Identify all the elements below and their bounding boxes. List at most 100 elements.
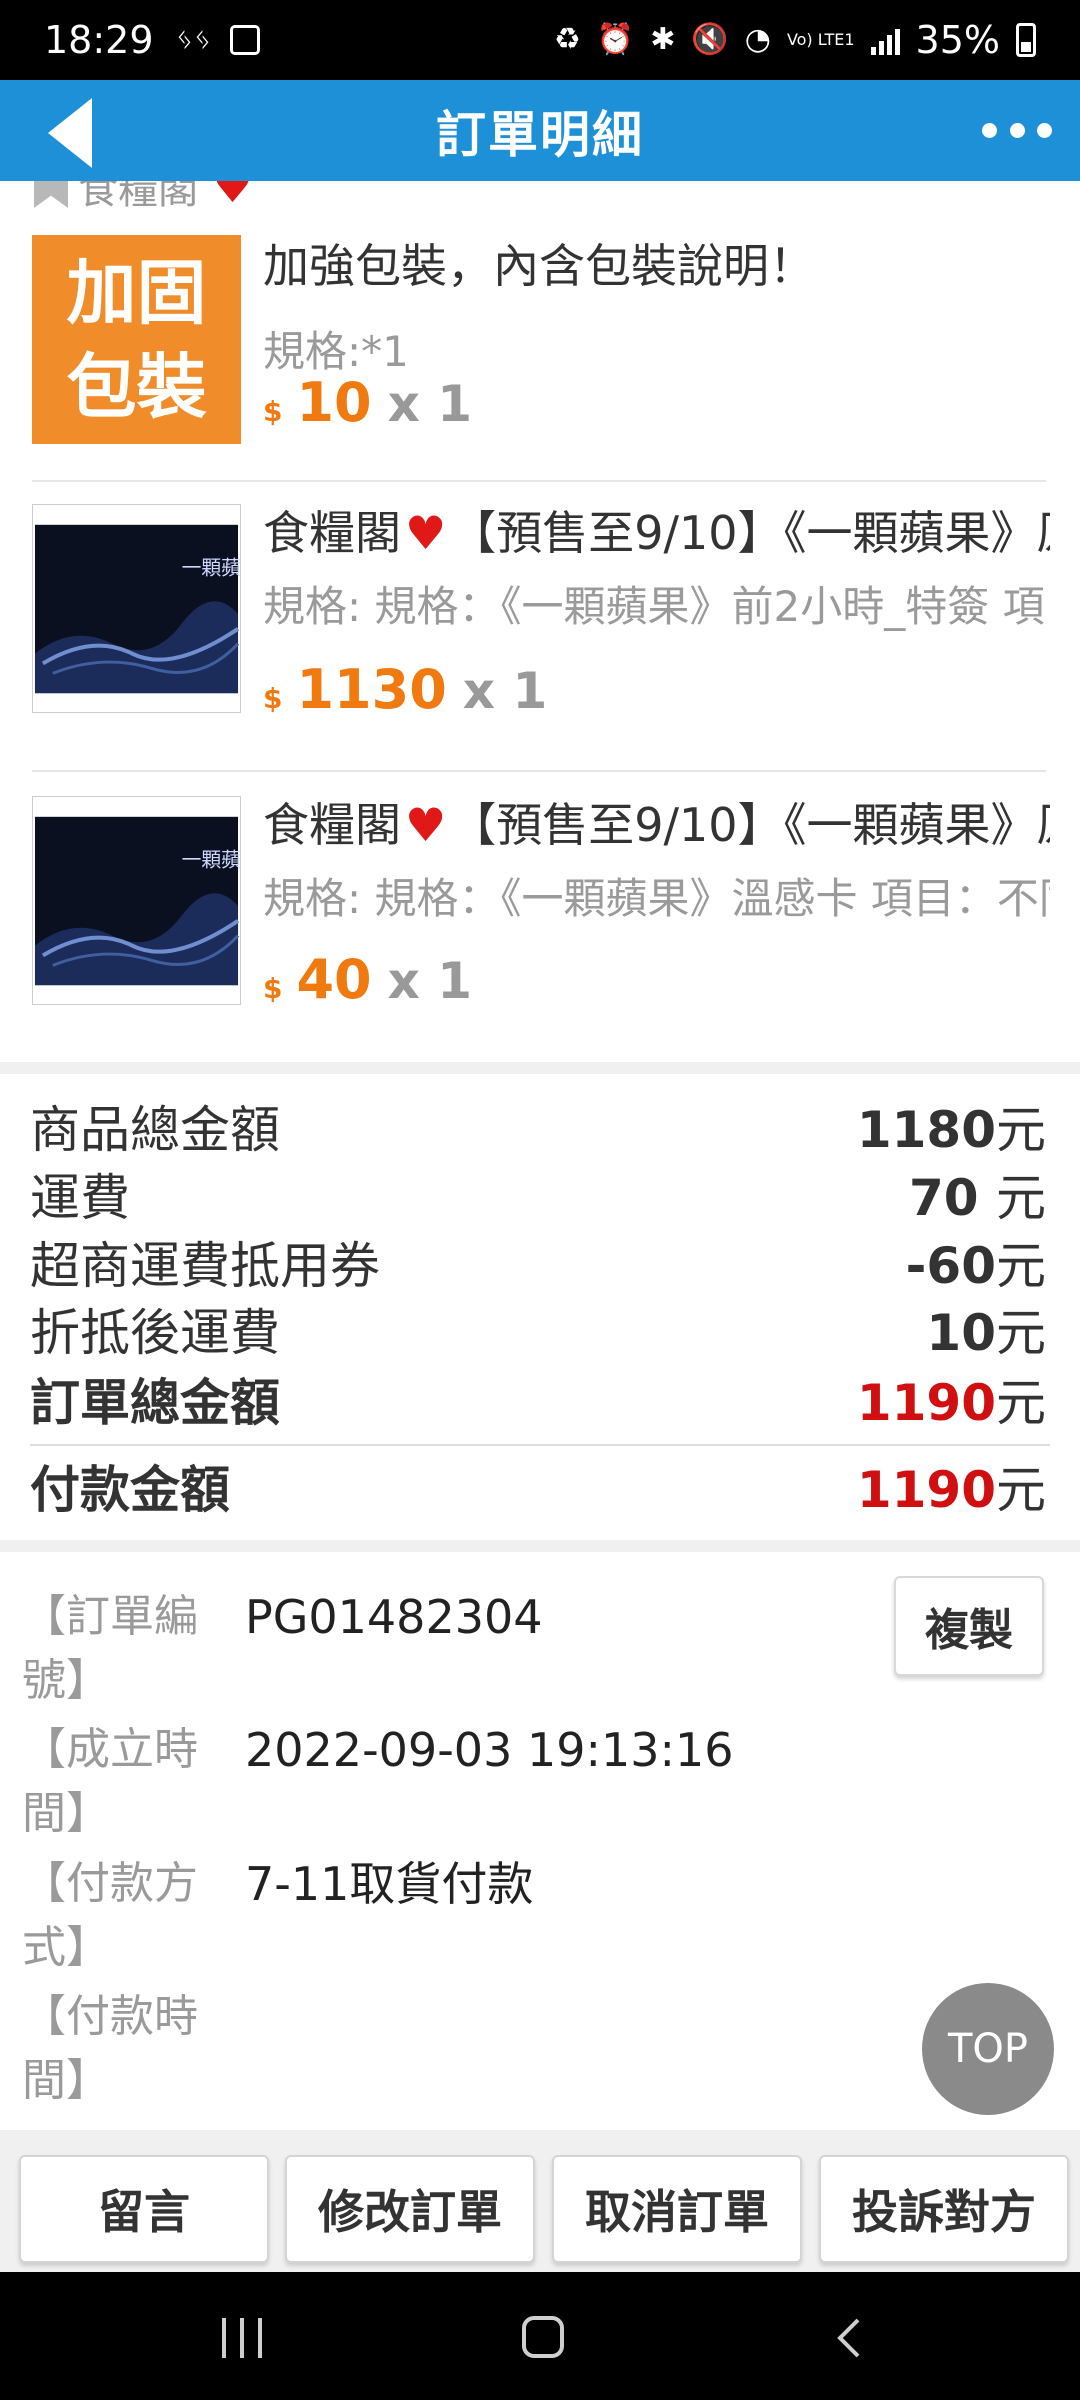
order-number-value: PG01482304 xyxy=(245,1590,543,1644)
list-item[interactable]: 加固包裝 加強包裝，內含包裝說明！ 規格:*1 $ 10 x 1 xyxy=(0,211,1080,451)
payment-amount-value: 1190 xyxy=(856,1461,996,1519)
status-time: 18:29 xyxy=(44,18,154,62)
created-time-row: 【成立時間】 2022-09-03 19:13:16 xyxy=(22,1718,1022,1848)
alarm-icon: ⏰ xyxy=(596,22,635,57)
payment-method-row: 【付款方式】 7-11取貨付款 xyxy=(22,1852,1022,1982)
product-price: 10 xyxy=(296,371,372,434)
product-price-row: $ 40 x 1 xyxy=(263,948,472,1011)
product-title: 【預售至9/10】《一顆蘋果》原創／代理／原耽／耽美／BL xyxy=(450,506,1050,560)
wifi-icon: ◔ xyxy=(744,22,771,57)
product-store-prefix: 食糧閣 xyxy=(263,506,401,560)
status-system-icons: ♻ ⏰ ✱ 🔇 ◔ Vo) LTE1 35% xyxy=(554,18,1036,62)
thumbnail-text: 加固包裝 xyxy=(66,251,207,428)
book-cover-image: 一顆蘋果 xyxy=(33,797,240,1004)
shipping-row: 運費 70 元 xyxy=(30,1164,1046,1227)
recycle-icon: ♻ xyxy=(553,22,581,57)
book-cover-image: 一顆蘋果 xyxy=(33,505,240,712)
coupon-value: -60 xyxy=(905,1237,996,1295)
payment-time-label: 【付款時間】 xyxy=(22,1991,198,2106)
product-thumbnail[interactable]: 一顆蘋果 xyxy=(32,504,241,713)
checkbox-icon xyxy=(229,25,260,55)
product-quantity: x 1 xyxy=(387,375,473,433)
currency-symbol: $ xyxy=(263,972,283,1005)
product-price: 40 xyxy=(296,948,372,1011)
currency-unit: 元 xyxy=(996,1169,1046,1227)
heart-icon: ♥ xyxy=(405,798,447,852)
product-spec: 規格: 規格：《一顆蘋果》溫感卡 項目：不同套請先單獨下標，到貨可合單會通 xyxy=(263,874,1050,923)
product-thumbnail[interactable]: 加固包裝 xyxy=(32,235,241,444)
net-shipping-label: 折抵後運費 xyxy=(30,1304,280,1362)
currency-symbol: $ xyxy=(263,395,283,428)
subtotal-label: 商品總金額 xyxy=(30,1101,280,1159)
section-divider xyxy=(0,1540,1080,1552)
product-price-row: $ 1130 x 1 xyxy=(263,658,547,721)
order-number-label: 【訂單編號】 xyxy=(22,1591,198,1706)
store-name: 食糧閣 xyxy=(78,181,198,211)
mute-icon: 🔇 xyxy=(691,22,729,57)
battery-icon xyxy=(1016,23,1036,57)
product-quantity: x 1 xyxy=(387,952,473,1010)
net-shipping-value: 10 xyxy=(926,1304,996,1362)
book-cover-title: 一顆蘋果 xyxy=(182,848,240,871)
people-icon: ᛃᛃ xyxy=(175,22,212,57)
order-detail-page: 18:29 ᛃᛃ ♻ ⏰ ✱ 🔇 ◔ Vo) LTE1 35% 訂單明細 食糧閣… xyxy=(0,0,1080,2400)
product-name[interactable]: 食糧閣♥【預售至9/10】《一顆蘋果》原創／代理／原耽／耽美／BL xyxy=(263,794,1050,866)
bookmark-icon xyxy=(34,181,68,208)
recent-apps-icon[interactable] xyxy=(222,2318,262,2358)
complain-button[interactable]: 投訴對方 xyxy=(819,2155,1069,2263)
order-number-row: 【訂單編號】 PG01482304 xyxy=(22,1585,1022,1715)
order-total-row: 訂單總金額 1190元 xyxy=(30,1367,1046,1432)
product-thumbnail[interactable]: 一顆蘋果 xyxy=(32,796,241,1005)
home-icon[interactable] xyxy=(522,2316,564,2358)
currency-unit: 元 xyxy=(996,1101,1046,1159)
product-title: 【預售至9/10】《一顆蘋果》原創／代理／原耽／耽美／BL xyxy=(450,798,1050,852)
page-title: 訂單明細 xyxy=(436,105,644,164)
book-cover-title: 一顆蘋果 xyxy=(182,556,240,579)
app-header: 訂單明細 xyxy=(0,80,1080,181)
divider xyxy=(30,1444,1050,1446)
currency-symbol: $ xyxy=(263,682,283,715)
subtotal-value: 1180 xyxy=(856,1101,996,1159)
payment-amount-row: 付款金額 1190元 xyxy=(30,1454,1046,1519)
section-divider xyxy=(0,1062,1080,1074)
currency-unit: 元 xyxy=(996,1304,1046,1362)
store-label-row: 食糧閣 ♥ xyxy=(0,181,1080,211)
shipping-label: 運費 xyxy=(30,1169,130,1227)
payment-amount-label: 付款金額 xyxy=(30,1461,230,1519)
product-price: 1130 xyxy=(296,658,447,721)
scroll-top-button[interactable]: TOP xyxy=(922,1983,1054,2115)
product-store-prefix: 食糧閣 xyxy=(263,798,401,852)
signal-icon xyxy=(870,25,900,55)
edit-order-button[interactable]: 修改訂單 xyxy=(285,2155,535,2263)
created-time-label: 【成立時間】 xyxy=(22,1724,198,1839)
list-item[interactable]: 一顆蘋果 食糧閣♥【預售至9/10】《一顆蘋果》原創／代理／原耽／耽美／BL 規… xyxy=(0,772,1080,1062)
product-name[interactable]: 加強包裝，內含包裝說明！ xyxy=(263,235,1050,297)
product-name[interactable]: 食糧閣♥【預售至9/10】《一顆蘋果》原創／代理／原耽／耽美／BL xyxy=(263,502,1050,574)
order-total-value: 1190 xyxy=(856,1374,996,1432)
currency-unit: 元 xyxy=(996,1237,1046,1295)
currency-unit: 元 xyxy=(996,1374,1046,1432)
heart-icon: ♥ xyxy=(212,181,254,211)
status-notification-icons: ᛃᛃ xyxy=(176,25,260,55)
created-time-value: 2022-09-03 19:13:16 xyxy=(245,1723,734,1777)
more-options-icon[interactable] xyxy=(982,110,1052,150)
list-item[interactable]: 一顆蘋果 食糧閣♥【預售至9/10】《一顆蘋果》原創／代理／原耽／耽美／BL 規… xyxy=(0,482,1080,772)
bottom-action-bar: 留言 修改訂單 取消訂單 投訴對方 xyxy=(0,2130,1080,2272)
shipping-value: 70 xyxy=(908,1169,979,1227)
subtotal-row: 商品總金額 1180元 xyxy=(30,1096,1046,1159)
cancel-order-button[interactable]: 取消訂單 xyxy=(552,2155,802,2263)
message-button[interactable]: 留言 xyxy=(19,2155,269,2263)
back-arrow-icon[interactable] xyxy=(40,98,100,168)
nav-back-icon[interactable] xyxy=(830,2316,870,2360)
bluetooth-icon: ✱ xyxy=(650,22,676,57)
system-nav-bar xyxy=(0,2272,1080,2400)
product-price-row: $ 10 x 1 xyxy=(263,371,472,434)
battery-percent: 35% xyxy=(915,18,1000,62)
currency-unit: 元 xyxy=(996,1461,1046,1519)
copy-order-number-button[interactable]: 複製 xyxy=(894,1576,1044,1676)
net-shipping-row: 折抵後運費 10元 xyxy=(30,1299,1046,1362)
payment-method-value: 7-11取貨付款 xyxy=(245,1857,534,1911)
volte-label: Vo) LTE1 xyxy=(786,30,855,49)
product-spec: 規格: 規格：《一顆蘋果》前2小時_特簽 項目：不同套請先單獨下標，到貨可 xyxy=(263,582,1050,631)
payment-time-row: 【付款時間】 xyxy=(22,1985,1022,2115)
